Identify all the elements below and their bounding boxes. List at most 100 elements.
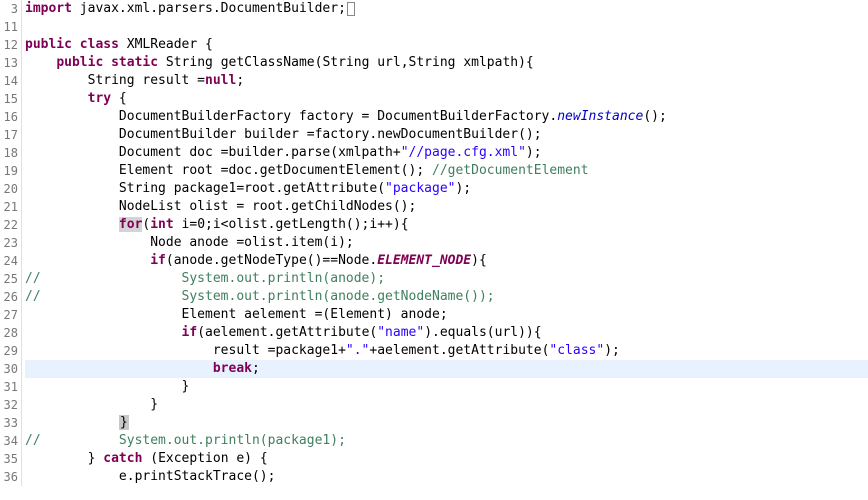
line-number: 14 <box>0 72 18 90</box>
token <box>25 55 56 70</box>
token: "name" <box>377 325 424 340</box>
line-number: 21 <box>0 198 18 216</box>
token: ); <box>455 181 471 196</box>
token: ); <box>526 145 542 160</box>
token: Element root =doc.getDocumentElement(); <box>25 163 432 178</box>
code-line[interactable]: Element root =doc.getDocumentElement(); … <box>25 162 868 180</box>
line-number: 18 <box>0 144 18 162</box>
line-number: 32 <box>0 396 18 414</box>
token <box>72 37 80 52</box>
token: "." <box>346 343 369 358</box>
code-line[interactable]: DocumentBuilder builder =factory.newDocu… <box>25 126 868 144</box>
token: newInstance <box>557 109 643 124</box>
code-area[interactable]: import javax.xml.parsers.DocumentBuilder… <box>22 0 868 486</box>
token: public <box>56 55 103 70</box>
token: ).equals(url)){ <box>424 325 541 340</box>
code-line[interactable]: } <box>25 378 868 396</box>
code-line[interactable]: public class XMLReader { <box>25 36 868 54</box>
line-number: 28 <box>0 324 18 342</box>
code-line[interactable]: Element aelement =(Element) anode; <box>25 306 868 324</box>
code-line[interactable]: Node anode =olist.item(i); <box>25 234 868 252</box>
line-number: 17 <box>0 126 18 144</box>
token: break <box>213 361 252 376</box>
code-line[interactable]: } catch (Exception e) { <box>25 450 868 468</box>
code-line[interactable]: try { <box>25 90 868 108</box>
line-number: 16 <box>0 108 18 126</box>
token <box>25 325 182 340</box>
line-number: 35 <box>0 450 18 468</box>
line-number: 34 <box>0 432 18 450</box>
code-line[interactable]: public static String getClassName(String… <box>25 54 868 72</box>
token: if <box>182 325 198 340</box>
code-line[interactable]: } <box>25 414 868 432</box>
code-line[interactable]: NodeList olist = root.getChildNodes(); <box>25 198 868 216</box>
token: (aelement.getAttribute( <box>197 325 377 340</box>
line-number: 26 <box>0 288 18 306</box>
line-number: 31 <box>0 378 18 396</box>
token: e.printStackTrace(); <box>25 469 275 484</box>
token: // System.out.println(anode); <box>25 271 385 286</box>
token: } <box>25 451 103 466</box>
token: "class" <box>549 343 604 358</box>
code-line[interactable]: Document doc =builder.parse(xmlpath+"//p… <box>25 144 868 162</box>
token: (Exception e) { <box>142 451 267 466</box>
code-line[interactable]: // System.out.println(anode); <box>25 270 868 288</box>
line-number: 30 <box>0 360 18 378</box>
token <box>103 55 111 70</box>
code-line[interactable]: import javax.xml.parsers.DocumentBuilder… <box>25 0 868 18</box>
token: } <box>119 415 129 430</box>
code-line[interactable]: if(aelement.getAttribute("name").equals(… <box>25 324 868 342</box>
token <box>25 253 150 268</box>
line-number-gutter: 3111213141516171819202122232425262728293… <box>0 0 22 486</box>
token: javax.xml.parsers.DocumentBuilder; <box>72 1 346 16</box>
line-number: 22 <box>0 216 18 234</box>
line-number: 15 <box>0 90 18 108</box>
line-number: 27 <box>0 306 18 324</box>
code-line[interactable]: DocumentBuilderFactory factory = Documen… <box>25 108 868 126</box>
token: (anode.getNodeType()==Node. <box>166 253 377 268</box>
code-line[interactable]: String result =null; <box>25 72 868 90</box>
line-number: 36 <box>0 468 18 486</box>
token: String result = <box>25 73 205 88</box>
line-number: 33 <box>0 414 18 432</box>
token: Node anode =olist.item(i); <box>25 235 354 250</box>
token: ); <box>604 343 620 358</box>
code-line[interactable]: result =package1+"."+aelement.getAttribu… <box>25 342 868 360</box>
token: null <box>205 73 236 88</box>
line-number: 13 <box>0 54 18 72</box>
code-line[interactable] <box>25 18 868 36</box>
token: ; <box>236 73 244 88</box>
token: // System.out.println(package1); <box>25 433 346 448</box>
code-line[interactable]: // System.out.println(anode.getNodeName(… <box>25 288 868 306</box>
token: // System.out.println(anode.getNodeName(… <box>25 289 495 304</box>
cursor <box>347 2 355 16</box>
line-number: 20 <box>0 180 18 198</box>
code-line[interactable]: e.printStackTrace(); <box>25 468 868 486</box>
token: NodeList olist = root.getChildNodes(); <box>25 199 416 214</box>
token: (); <box>643 109 666 124</box>
token: class <box>80 37 119 52</box>
token: //getDocumentElement <box>432 163 589 178</box>
token: if <box>150 253 166 268</box>
code-editor[interactable]: 3111213141516171819202122232425262728293… <box>0 0 868 486</box>
line-number: 24 <box>0 252 18 270</box>
code-line[interactable]: String package1=root.getAttribute("packa… <box>25 180 868 198</box>
token: Document doc =builder.parse(xmlpath+ <box>25 145 401 160</box>
token: String package1=root.getAttribute( <box>25 181 385 196</box>
token: String getClassName(String url,String xm… <box>158 55 534 70</box>
token: result =package1+ <box>25 343 346 358</box>
token: "package" <box>385 181 455 196</box>
token <box>25 217 119 232</box>
code-line[interactable]: for(int i=0;i<olist.getLength();i++){ <box>25 216 868 234</box>
code-line[interactable]: if(anode.getNodeType()==Node.ELEMENT_NOD… <box>25 252 868 270</box>
token: DocumentBuilderFactory factory = Documen… <box>25 109 557 124</box>
token: int <box>150 217 173 232</box>
token <box>25 91 88 106</box>
line-number: 3 <box>0 0 18 18</box>
token: ; <box>252 361 260 376</box>
token: ){ <box>471 253 487 268</box>
code-line[interactable]: // System.out.println(package1); <box>25 432 868 450</box>
token: i=0;i<olist.getLength();i++){ <box>174 217 409 232</box>
code-line[interactable]: } <box>25 396 868 414</box>
code-line[interactable]: break; <box>25 360 868 378</box>
